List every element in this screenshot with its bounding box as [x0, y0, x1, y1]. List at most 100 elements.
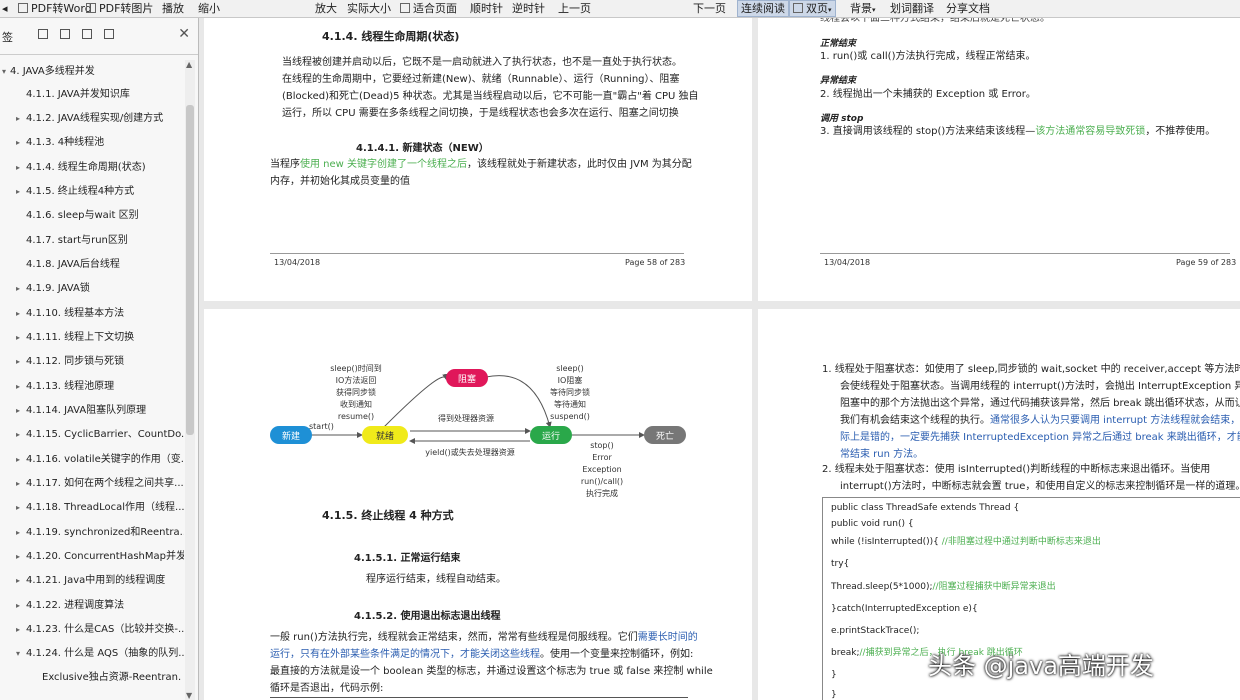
state-dead-label: 死亡 [656, 430, 674, 442]
state-ready-label: 就绪 [376, 430, 394, 442]
sidebar-item[interactable]: ▸ 4.1.17. 如何在两个线程之间共享... [0, 472, 184, 496]
sidebar-item[interactable]: Exclusive独占资源-Reentran... [40, 666, 182, 690]
word-translate-button[interactable]: 划词翻译 [890, 0, 934, 17]
arrow-running-to-blocked [485, 375, 552, 428]
toolbar: ◂ PDF转Word PDF转图片 播放 缩小 放大 实际大小 适合页面 顺时针… [0, 0, 1240, 18]
section-heading: 4.1.4. 线程生命周期(状态) [322, 30, 460, 43]
chevron-right-icon[interactable]: ▸ [16, 569, 20, 593]
fit-page-button[interactable]: 适合页面 [400, 0, 457, 17]
double-page-button[interactable]: 双页▾ [789, 0, 836, 17]
page-number: Page 58 of 283 [625, 258, 686, 267]
expand-all-icon[interactable] [38, 29, 48, 39]
sidebar-item[interactable]: ▸ 4.1.19. synchronized和Reentra... [0, 521, 184, 545]
sidebar-item[interactable]: ▸ 4.1.23. 什么是CAS（比较并交换-... [0, 618, 184, 642]
add-bookmark-icon[interactable] [82, 29, 92, 39]
sidebar-item[interactable]: ▸ 4.1.9. JAVA锁 [0, 277, 184, 301]
paragraph-line: 1. 线程处于阻塞状态：如使用了 sleep,同步锁的 wait,socket … [822, 364, 1240, 375]
pdf-page-61: 1. 线程处于阻塞状态：如使用了 sleep,同步锁的 wait,socket … [758, 309, 1240, 700]
sidebar-item[interactable]: ▸ 4.1.16. volatile关键字的作用（变... [0, 448, 184, 472]
code-line: public void run() { [831, 519, 914, 529]
paragraph-line: 3. 直接调用该线程的 stop()方法来结束该线程—该方法通常容易导致死锁，不… [820, 126, 1216, 137]
pdf-to-word-button[interactable]: PDF转Word [18, 0, 92, 17]
continuous-read-button[interactable]: 连续阅读 [737, 0, 789, 17]
paragraph-line: 2. 线程抛出一个未捕获的 Exception 或 Error。 [820, 89, 1036, 100]
page-number: Page 59 of 283 [1176, 258, 1237, 267]
paragraph-line: 程序运行结束，线程自动结束。 [366, 574, 506, 585]
sidebar-item-selected[interactable]: ▸ 4.1.5. 终止线程4种方式 [0, 180, 184, 204]
share-doc-button[interactable]: 分享文档 [946, 0, 990, 17]
footer-rule [820, 253, 1230, 254]
zoom-out-button[interactable]: 缩小 [198, 0, 220, 17]
word-icon [18, 3, 28, 13]
chevron-right-icon[interactable]: ▸ [16, 350, 20, 374]
sidebar-item[interactable]: ▸ 4.1.2. JAVA线程实现/创建方式 [0, 107, 184, 131]
chevron-right-icon[interactable]: ▸ [16, 326, 20, 350]
sidebar-item[interactable]: ▸ 4.1.12. 同步锁与死锁 [0, 350, 184, 374]
section-heading: 4.1.5. 终止线程 4 种方式 [322, 509, 454, 522]
chevron-right-icon[interactable]: ▸ [16, 423, 20, 447]
rotate-counterclockwise-button[interactable]: 逆时针 [512, 0, 545, 17]
sidebar-item[interactable]: ▸ 4.1.4. 线程生命周期(状态) [0, 156, 184, 180]
scroll-down-icon[interactable]: ▼ [186, 691, 192, 700]
chevron-right-icon[interactable]: ▸ [16, 472, 20, 496]
chevron-right-icon[interactable]: ▸ [16, 302, 20, 326]
sidebar-item[interactable]: 4.1.6. sleep与wait 区别 [24, 204, 182, 228]
end-label: stop() [590, 441, 614, 450]
paragraph-line: interrupt()方法时，中断标志就会置 true，和使用自定义的标志来控制… [840, 481, 1240, 492]
sidebar-item[interactable]: ▸ 4.1.21. Java中用到的线程调度 [0, 569, 184, 593]
chevron-right-icon[interactable]: ▸ [16, 180, 20, 204]
right-label: sleep() [556, 364, 584, 373]
background-button[interactable]: 背景▾ [850, 0, 876, 17]
chevron-right-icon[interactable]: ▸ [16, 448, 20, 472]
sidebar-scrollbar[interactable]: ▲ ▼ [185, 60, 195, 700]
scroll-up-icon[interactable]: ▲ [186, 60, 192, 69]
chevron-right-icon[interactable]: ▸ [16, 521, 20, 545]
sidebar-item[interactable]: ▸ 4.1.18. ThreadLocal作用（线程... [0, 496, 184, 520]
sidebar-item[interactable]: ▸ 4.1.15. CyclicBarrier、CountDo... [0, 423, 184, 447]
sidebar-item[interactable]: ▸ 4.1.11. 线程上下文切换 [0, 326, 184, 350]
sidebar-item[interactable]: ▸ 4.1.14. JAVA阻塞队列原理 [0, 399, 184, 423]
sidebar-item[interactable]: ▾ 4. JAVA多线程并发 [0, 60, 184, 84]
chevron-right-icon[interactable]: ▸ [16, 496, 20, 520]
chevron-right-icon[interactable]: ▸ [16, 618, 20, 642]
sidebar-item[interactable]: ▸ 4.1.20. ConcurrentHashMap并发 [0, 545, 184, 569]
actual-size-button[interactable]: 实际大小 [347, 0, 391, 17]
collapse-all-icon[interactable] [60, 29, 70, 39]
chevron-right-icon[interactable]: ▸ [16, 277, 20, 301]
chevron-right-icon[interactable]: ▸ [16, 399, 20, 423]
rotate-clockwise-button[interactable]: 顺时针 [470, 0, 503, 17]
end-label: 执行完成 [586, 488, 618, 498]
sidebar-item[interactable]: ▾ 4.1.24. 什么是 AQS（抽象的队列... [0, 642, 184, 666]
paragraph-line: 会使线程处于阻塞状态。当调用线程的 interrupt()方法时，会抛出 Int… [840, 381, 1240, 392]
get-cpu-label: 得到处理器资源 [438, 413, 494, 423]
delete-bookmark-icon[interactable] [104, 29, 114, 39]
sidebar-item[interactable]: ▸ 4.1.10. 线程基本方法 [0, 302, 184, 326]
pdf-page-58: 4.1.4. 线程生命周期(状态) 当线程被创建并启动以后，它既不是一启动就进入… [204, 18, 752, 301]
chevron-down-icon[interactable]: ▾ [16, 642, 20, 666]
sidebar-item[interactable]: ▸ 4.1.22. 进程调度算法 [0, 594, 184, 618]
zoom-in-button[interactable]: 放大 [315, 0, 337, 17]
paragraph-line: 1. run()或 call()方法执行完成，线程正常结束。 [820, 51, 1036, 62]
subsection-heading: 4.1.5.2. 使用退出标志退出线程 [354, 611, 501, 622]
chevron-right-icon[interactable]: ▸ [16, 131, 20, 155]
pdf-to-image-button[interactable]: PDF转图片 [86, 0, 153, 17]
chevron-right-icon[interactable]: ▸ [16, 545, 20, 569]
close-icon[interactable]: ✕ [178, 26, 190, 42]
sidebar-item[interactable]: ▸ 4.1.13. 线程池原理 [0, 375, 184, 399]
chevron-right-icon[interactable]: ▸ [16, 375, 20, 399]
chevron-right-icon[interactable]: ▸ [16, 156, 20, 180]
chevron-right-icon[interactable]: ▸ [16, 107, 20, 131]
paragraph-line: 运行，只有在外部某些条件满足的情况下，才能关闭这些线程。使用一个变量来控制循环，… [270, 649, 694, 660]
previous-page-button[interactable]: 上一页 [558, 0, 591, 17]
sidebar-item[interactable]: 4.1.1. JAVA并发知识库 [24, 83, 182, 107]
paragraph-line: 2. 线程未处于阻塞状态：使用 isInterrupted()判断线程的中断标志… [822, 464, 1211, 475]
play-button[interactable]: 播放 [162, 0, 184, 17]
sidebar-item[interactable]: ▸ 4.1.3. 4种线程池 [0, 131, 184, 155]
menu-arrow-icon[interactable]: ◂ [2, 0, 8, 17]
chevron-down-icon[interactable]: ▾ [2, 60, 6, 84]
next-page-button[interactable]: 下一页 [693, 0, 726, 17]
sidebar-item[interactable]: 4.1.7. start与run区别 [24, 229, 182, 253]
scrollbar-thumb[interactable] [186, 105, 194, 435]
sidebar-item[interactable]: 4.1.8. JAVA后台线程 [24, 253, 182, 277]
chevron-right-icon[interactable]: ▸ [16, 594, 20, 618]
